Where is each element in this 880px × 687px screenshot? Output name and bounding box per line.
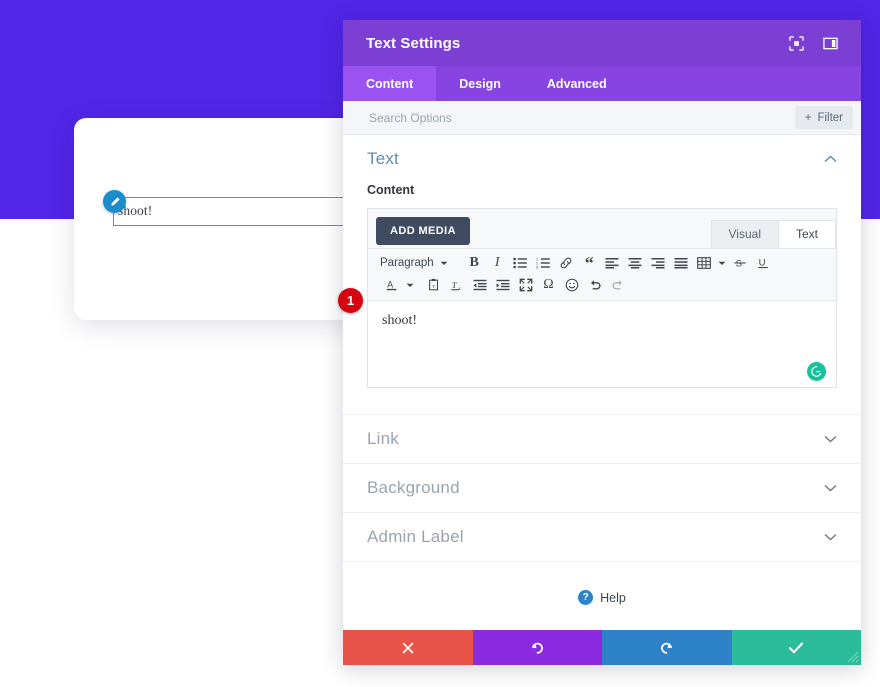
svg-text:T: T (451, 280, 457, 290)
search-options-bar: + Filter (343, 101, 861, 135)
align-center-icon[interactable] (624, 253, 647, 274)
table-chevron-down-icon[interactable] (716, 253, 729, 274)
link-icon[interactable] (555, 253, 578, 274)
svg-text:x: x (458, 287, 461, 292)
section-header-text[interactable]: Text (343, 135, 861, 183)
help-link[interactable]: ? Help (343, 562, 861, 605)
underline-icon[interactable]: U (752, 253, 775, 274)
format-select[interactable]: Paragraph (374, 253, 438, 274)
tab-text-label: Text (796, 227, 818, 241)
resize-grip[interactable] (845, 649, 859, 663)
panel-layout-icon[interactable] (817, 30, 843, 56)
undo-icon (529, 640, 545, 656)
grammarly-icon[interactable] (807, 362, 826, 381)
align-justify-icon[interactable] (670, 253, 693, 274)
chevron-up-icon (824, 155, 837, 163)
svg-text:A: A (387, 280, 393, 290)
tab-design[interactable]: Design (436, 66, 524, 101)
content-field-label: Content (343, 183, 861, 197)
toolbar-row-2: A T Tx (374, 274, 830, 296)
svg-text:S: S (736, 259, 742, 270)
undo-icon[interactable] (583, 275, 606, 296)
close-icon (401, 641, 415, 655)
text-color-chevron-down-icon[interactable] (403, 275, 416, 296)
check-icon (788, 641, 804, 655)
step-marker-label: 1 (347, 293, 354, 308)
filter-button-label: Filter (817, 112, 843, 124)
redo-icon (659, 640, 675, 656)
save-button[interactable] (732, 630, 862, 665)
format-select-label: Paragraph (380, 257, 434, 269)
table-icon[interactable] (693, 253, 716, 274)
editor-mode-tabs: Visual Text (712, 220, 836, 248)
help-label: Help (600, 591, 626, 605)
modal-body: Text Content ADD MEDIA Visual Text (343, 135, 861, 630)
redo-button[interactable] (602, 630, 732, 665)
editor-text-value: shoot! (382, 313, 822, 329)
modal-tabbar: Content Design Advanced (343, 66, 861, 101)
tab-content-label: Content (366, 77, 413, 91)
tab-visual-label: Visual (729, 227, 761, 241)
focus-target-icon[interactable] (783, 30, 809, 56)
bold-icon[interactable]: B (463, 253, 486, 274)
strikethrough-icon[interactable]: S (729, 253, 752, 274)
section-header-link[interactable]: Link (343, 415, 861, 463)
indent-icon[interactable] (491, 275, 514, 296)
pencil-icon[interactable] (103, 190, 126, 213)
section-header-admin-label[interactable]: Admin Label (343, 513, 861, 561)
tab-design-label: Design (459, 77, 501, 91)
cancel-button[interactable] (343, 630, 473, 665)
step-marker-1: 1 (338, 288, 363, 313)
filter-button[interactable]: + Filter (795, 106, 853, 129)
tab-visual[interactable]: Visual (711, 220, 779, 248)
search-input[interactable] (367, 110, 795, 126)
section-title-background: Background (367, 478, 824, 498)
toolbar-row-1: Paragraph B I 123 (374, 252, 830, 274)
chevron-down-icon (824, 484, 837, 492)
align-right-icon[interactable] (647, 253, 670, 274)
text-color-icon[interactable]: A (380, 275, 403, 296)
section-title-admin-label: Admin Label (367, 527, 824, 547)
special-character-icon[interactable]: Ω (537, 275, 560, 296)
tab-text[interactable]: Text (778, 220, 836, 248)
chevron-down-icon[interactable] (438, 253, 451, 274)
add-media-button[interactable]: ADD MEDIA (376, 217, 470, 245)
fullscreen-icon[interactable] (514, 275, 537, 296)
clear-formatting-icon[interactable]: Tx (445, 275, 468, 296)
svg-text:U: U (759, 258, 766, 269)
editor-toolbar: Paragraph B I 123 (368, 248, 836, 301)
modal-header: Text Settings (343, 20, 861, 66)
editor-top-bar: ADD MEDIA Visual Text (368, 209, 836, 248)
tab-advanced[interactable]: Advanced (524, 66, 630, 101)
page-title: Text Settings (366, 35, 775, 52)
section-header-background[interactable]: Background (343, 464, 861, 512)
modal-footer (343, 630, 861, 665)
wysiwyg-editor: ADD MEDIA Visual Text Paragraph (367, 208, 837, 388)
editor-content-area[interactable]: shoot! (368, 301, 836, 387)
blockquote-icon[interactable]: “ (578, 253, 601, 274)
paste-as-text-icon[interactable]: T (422, 275, 445, 296)
chevron-down-icon (824, 435, 837, 443)
svg-text:3: 3 (536, 265, 538, 269)
undo-button[interactable] (473, 630, 603, 665)
svg-text:T: T (432, 284, 435, 289)
tab-content[interactable]: Content (343, 66, 436, 101)
align-left-icon[interactable] (601, 253, 624, 274)
question-mark-icon: ? (578, 590, 593, 605)
redo-icon[interactable] (606, 275, 629, 296)
bulleted-list-icon[interactable] (509, 253, 532, 274)
text-settings-modal: Text Settings Content Design Advanced (343, 20, 861, 665)
chevron-down-icon (824, 533, 837, 541)
italic-icon[interactable]: I (486, 253, 509, 274)
plus-icon: + (805, 112, 812, 124)
section-title-link: Link (367, 429, 824, 449)
numbered-list-icon[interactable]: 123 (532, 253, 555, 274)
section-title-text: Text (367, 149, 824, 169)
tab-advanced-label: Advanced (547, 77, 607, 91)
emoji-icon[interactable] (560, 275, 583, 296)
outdent-icon[interactable] (468, 275, 491, 296)
